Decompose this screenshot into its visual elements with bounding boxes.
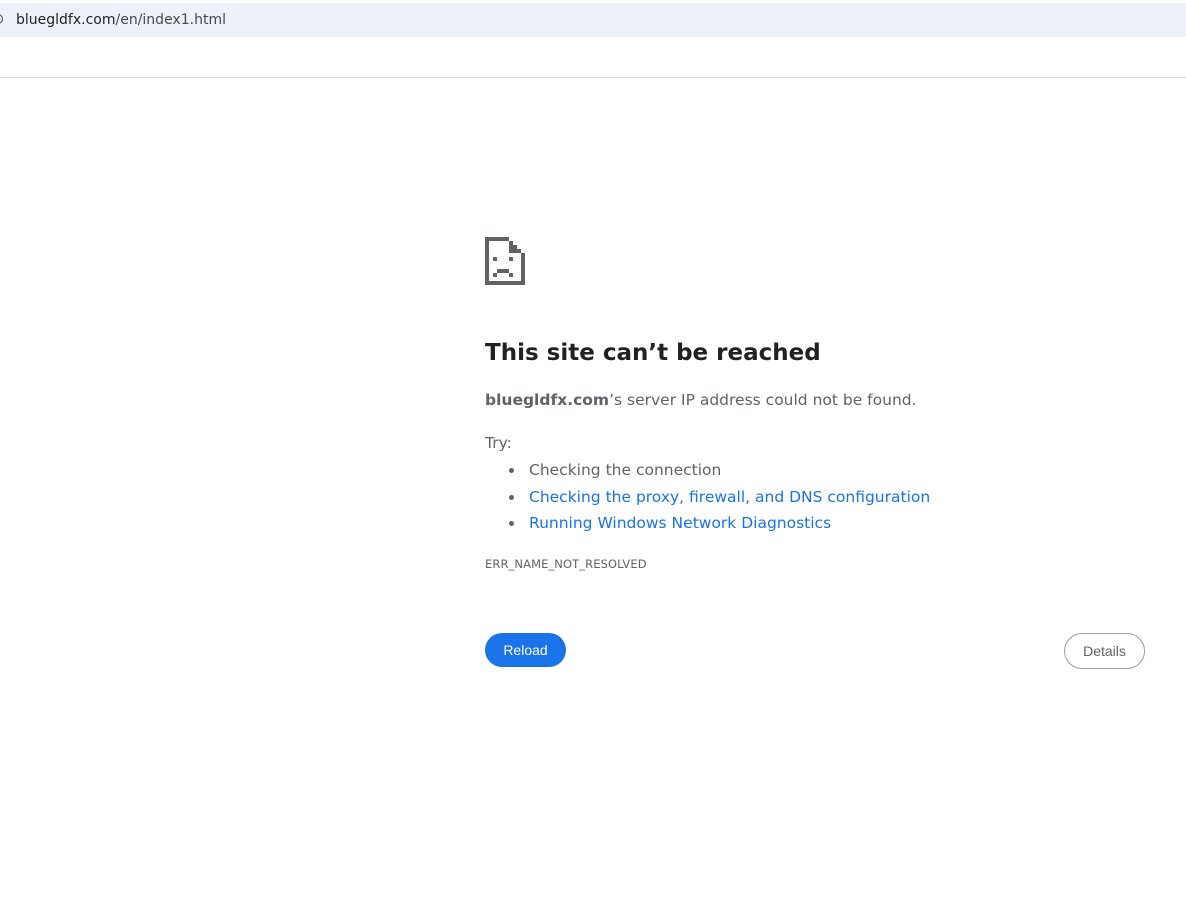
suggestion-check-connection: Checking the connection <box>529 461 722 479</box>
suggestion-item[interactable]: Checking the proxy, firewall, and DNS co… <box>508 484 930 511</box>
site-info-icon[interactable] <box>0 14 3 24</box>
suggestion-link-network-diagnostics[interactable]: Running Windows Network Diagnostics <box>529 514 831 532</box>
url-text[interactable]: bluegldfx.com/en/index1.html <box>16 11 226 29</box>
browser-toolbar: bluegldfx.com/en/index1.html <box>0 0 1186 78</box>
sad-page-icon <box>485 237 525 285</box>
address-bar[interactable]: bluegldfx.com/en/index1.html <box>0 3 1186 37</box>
url-path: /en/index1.html <box>115 12 226 28</box>
suggestion-item: Checking the connection <box>508 457 930 484</box>
suggestion-list: Checking the connection Checking the pro… <box>485 457 930 537</box>
error-title: This site can’t be reached <box>485 340 821 366</box>
error-code: ERR_NAME_NOT_RESOLVED <box>485 557 647 571</box>
suggestion-link-proxy-firewall-dns[interactable]: Checking the proxy, firewall, and DNS co… <box>529 488 930 506</box>
reload-button[interactable]: Reload <box>485 633 566 667</box>
suggestion-item[interactable]: Running Windows Network Diagnostics <box>508 510 930 537</box>
error-host: bluegldfx.com <box>485 391 610 409</box>
error-description: bluegldfx.com’s server IP address could … <box>485 389 917 411</box>
error-description-text: ’s server IP address could not be found. <box>609 391 917 409</box>
details-button[interactable]: Details <box>1064 633 1145 669</box>
try-label: Try: <box>485 434 512 452</box>
url-host: bluegldfx.com <box>16 12 116 28</box>
